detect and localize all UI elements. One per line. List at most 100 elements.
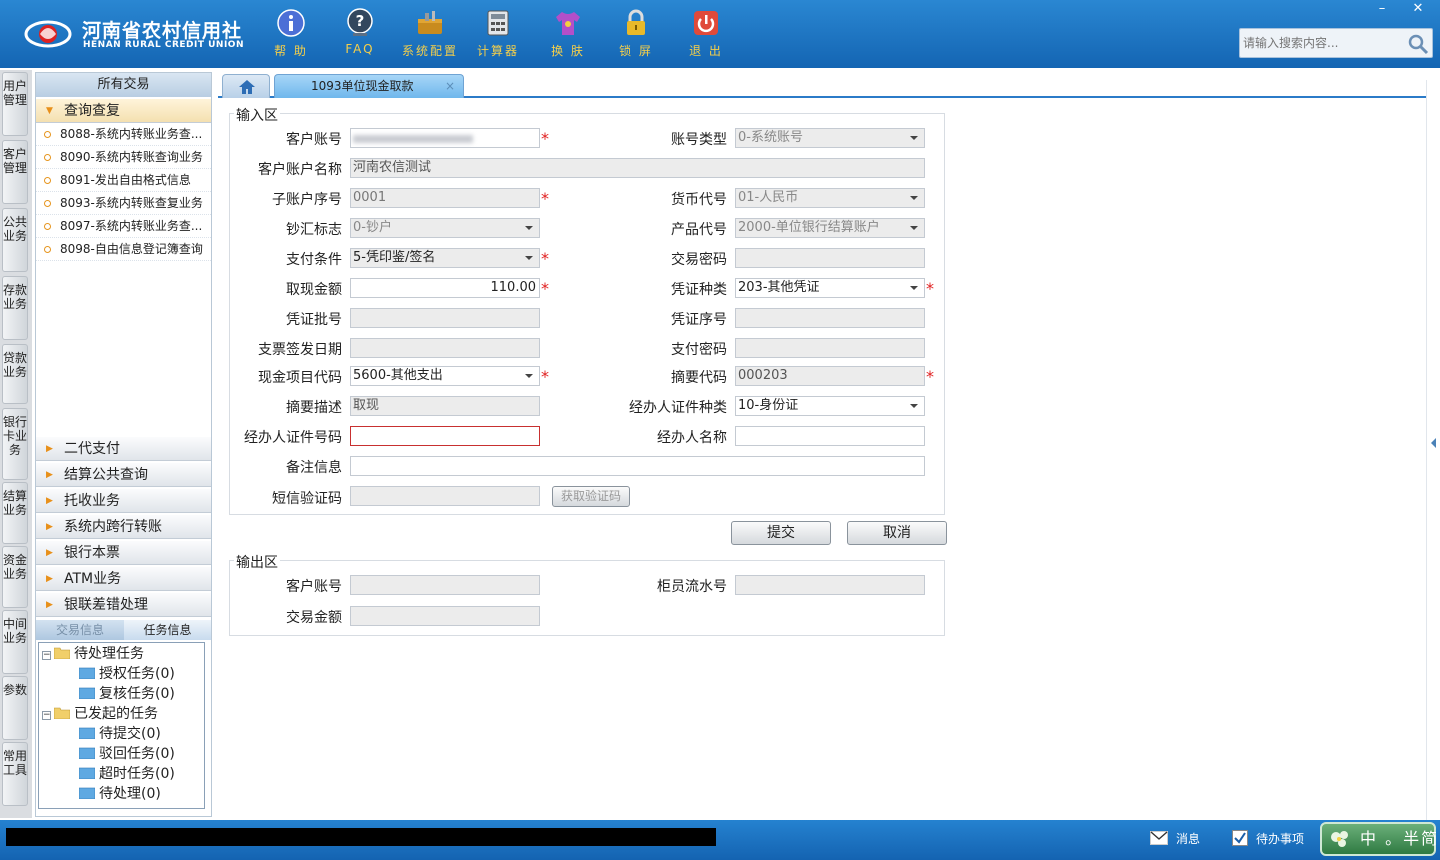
voucher-seq-field[interactable] [735, 308, 925, 328]
label-cash-remit-flag: 钞汇标志 [286, 222, 342, 238]
group-unionpay-error[interactable]: ▶ 银联差错处理 [36, 592, 211, 617]
tree-node[interactable]: 复核任务(0) [79, 685, 175, 703]
withdraw-amount-field[interactable]: 110.00 [350, 278, 540, 298]
vnav-card-business[interactable]: 银行卡业务 [2, 408, 28, 480]
required-marker: * [541, 189, 549, 208]
group-bank-draft[interactable]: ▶ 银行本票 [36, 540, 211, 565]
submit-button[interactable]: 提交 [731, 521, 831, 545]
cash-remit-flag-select[interactable]: 0-钞户 [350, 218, 540, 238]
label-payment-condition: 支付条件 [286, 252, 342, 268]
vnav-fund-business[interactable]: 资金业务 [2, 546, 28, 608]
label-teller-serial: 柜员流水号 [657, 579, 727, 595]
ime-indicator[interactable]: 中 。半简 [1320, 822, 1437, 856]
todo-button[interactable]: 待办事项 [1232, 826, 1304, 852]
bullet-icon [44, 200, 51, 207]
vnav-common-tools[interactable]: 常用工具 [2, 742, 28, 806]
list-item[interactable]: 8091-发出自由格式信息 [36, 169, 211, 192]
sub-account-seq-field[interactable]: 0001 [350, 188, 540, 208]
chevron-left-icon [1431, 438, 1436, 448]
vnav-settlement-business[interactable]: 结算业务 [2, 482, 28, 544]
tab-task-info[interactable]: 任务信息 [124, 620, 211, 640]
tree-node[interactable]: 待提交(0) [79, 725, 161, 743]
get-sms-code-button[interactable]: 获取验证码 [552, 486, 630, 507]
system-config-button[interactable]: 系统配置 [400, 8, 460, 60]
label-agent-name: 经办人名称 [657, 430, 727, 446]
agent-id-type-select[interactable]: 10-身份证 [735, 396, 925, 416]
vnav-user-mgmt[interactable]: 用户管理 [2, 72, 28, 136]
group-settlement-query[interactable]: ▶ 结算公共查询 [36, 462, 211, 487]
lock-screen-button[interactable]: 锁 屏 [606, 8, 666, 60]
tree-node-pending[interactable]: − 待处理任务 [42, 645, 144, 663]
account-type-select[interactable]: 0-系统账号 [735, 128, 925, 148]
help-button[interactable]: 帮 助 [261, 8, 321, 60]
masked-account-value [353, 135, 473, 143]
vnav-customer-mgmt[interactable]: 客户管理 [2, 140, 28, 204]
list-item[interactable]: 8093-系统内转账查复业务 [36, 192, 211, 215]
voucher-type-select[interactable]: 203-其他凭证 [735, 278, 925, 298]
tree-node[interactable]: 授权任务(0) [79, 665, 175, 683]
list-item-label: 8088-系统内转账业务查... [60, 127, 203, 141]
cash-item-code-select[interactable]: 5600-其他支出 [350, 366, 540, 386]
product-code-select[interactable]: 2000-单位银行结算账户 [735, 218, 925, 238]
search-icon[interactable] [1406, 32, 1430, 56]
list-item-label: 8097-系统内转账业务查... [60, 219, 203, 233]
list-item[interactable]: 8097-系统内转账业务查... [36, 215, 211, 238]
group-query-reply[interactable]: ▼ 查询查复 [36, 98, 211, 123]
close-button[interactable]: ✕ [1402, 0, 1434, 18]
tree-node-label: 超时任务(0) [99, 766, 175, 782]
remark-field[interactable] [350, 456, 925, 476]
tree-node[interactable]: 驳回任务(0) [79, 745, 175, 763]
collapse-toggle-icon[interactable]: − [42, 651, 51, 660]
agent-name-field[interactable] [735, 426, 925, 446]
faq-label: FAQ [345, 42, 375, 56]
minimize-button[interactable]: – [1366, 0, 1398, 18]
vnav-loan-business[interactable]: 贷款业务 [2, 344, 28, 404]
summary-code-field[interactable]: 000203 [735, 366, 925, 386]
close-tab-icon[interactable]: × [445, 75, 455, 97]
faq-button[interactable]: ? FAQ [330, 8, 390, 60]
vnav-parameters[interactable]: 参数 [2, 676, 28, 740]
voucher-batch-field[interactable] [350, 308, 540, 328]
right-panel-collapse[interactable] [1426, 80, 1440, 820]
sms-code-field[interactable] [350, 486, 540, 506]
payment-condition-select[interactable]: 5-凭印鉴/签名 [350, 248, 540, 268]
tab-1093-cash-withdrawal[interactable]: 1093单位现金取款 × [274, 74, 464, 98]
tree-node[interactable]: 超时任务(0) [79, 765, 175, 783]
payment-password-field[interactable] [735, 338, 925, 358]
check-issue-date-field[interactable] [350, 338, 540, 358]
agent-id-number-field[interactable] [350, 426, 540, 446]
transaction-sidebar: 所有交易 ▼ 查询查复 8088-系统内转账业务查... 8090-系统内转账查… [35, 72, 212, 817]
vnav-deposit-business[interactable]: 存款业务 [2, 276, 28, 340]
collapse-toggle-icon[interactable]: − [42, 711, 51, 720]
group-interbank-transfer[interactable]: ▶ 系统内跨行转账 [36, 514, 211, 539]
tab-home[interactable] [222, 74, 270, 98]
label-summary-code: 摘要代码 [671, 370, 727, 386]
tree-node-started[interactable]: − 已发起的任务 [42, 705, 158, 723]
cancel-button[interactable]: 取消 [847, 521, 947, 545]
change-skin-button[interactable]: 换 肤 [538, 8, 598, 60]
label-voucher-batch: 凭证批号 [286, 312, 342, 328]
label-payment-password: 支付密码 [671, 342, 727, 358]
vnav-intermediary-business[interactable]: 中间业务 [2, 610, 28, 674]
messages-button[interactable]: 消息 [1150, 826, 1200, 852]
transaction-password-field[interactable] [735, 248, 925, 268]
list-item[interactable]: 8088-系统内转账业务查... [36, 123, 211, 146]
tab-transaction-info[interactable]: 交易信息 [36, 620, 124, 640]
label-voucher-seq: 凭证序号 [671, 312, 727, 328]
group-atm-business[interactable]: ▶ ATM业务 [36, 566, 211, 591]
list-item[interactable]: 8098-自由信息登记簿查询 [36, 238, 211, 261]
vertical-nav: 用户管理 客户管理 公共业务 存款业务 贷款业务 银行卡业务 结算业务 资金业务… [0, 70, 32, 818]
group-label: 托收业务 [64, 493, 120, 509]
currency-select[interactable]: 01-人民币 [735, 188, 925, 208]
search-input[interactable] [1243, 33, 1403, 53]
customer-account-field[interactable] [350, 128, 540, 148]
list-item[interactable]: 8090-系统内转账查询业务 [36, 146, 211, 169]
tree-node[interactable]: 待处理(0) [79, 785, 161, 803]
calculator-button[interactable]: 计算器 [468, 8, 528, 60]
calculator-label: 计算器 [476, 44, 519, 58]
summary-desc-field[interactable]: 取现 [350, 396, 540, 416]
exit-button[interactable]: 退 出 [676, 8, 736, 60]
group-second-gen-payment[interactable]: ▶ 二代支付 [36, 436, 211, 461]
group-collection-business[interactable]: ▶ 托收业务 [36, 488, 211, 513]
vnav-public-business[interactable]: 公共业务 [2, 208, 28, 272]
